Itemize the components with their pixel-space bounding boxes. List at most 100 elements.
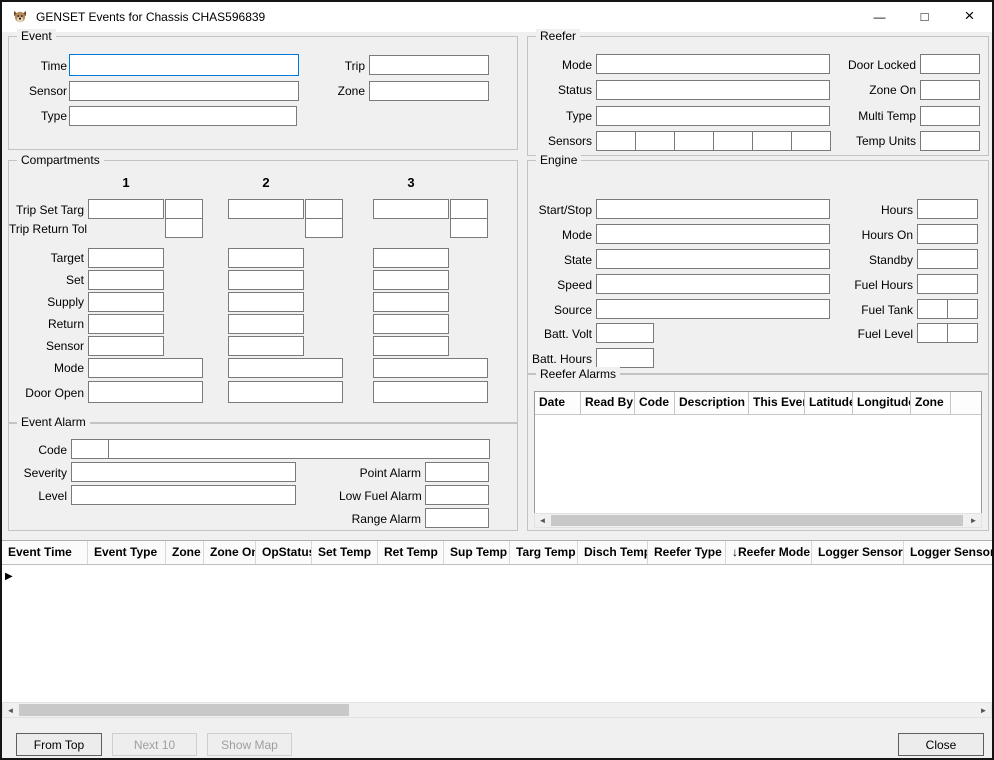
column-header-targ-temp[interactable]: Targ Temp — [510, 541, 578, 564]
column-header-date[interactable]: Date — [535, 392, 581, 414]
column-header-logger-sensor-1[interactable]: Logger Sensor 1 — [812, 541, 904, 564]
engine-fuel-hours-input[interactable] — [917, 274, 978, 294]
maximize-icon[interactable]: □ — [902, 2, 947, 32]
reefer-mode-input[interactable] — [596, 54, 830, 74]
from-top-button[interactable]: From Top — [16, 733, 102, 756]
comp3-return-input[interactable] — [373, 314, 449, 334]
event-alarm-severity-input[interactable] — [71, 462, 296, 482]
column-header-read-by[interactable]: Read By — [581, 392, 635, 414]
engine-batt-volt-input[interactable] — [596, 323, 654, 343]
column-header-reefer-type[interactable]: Reefer Type — [648, 541, 726, 564]
comp3-trip-return-tol-input[interactable] — [450, 218, 488, 238]
reefer-alarms-h-scrollbar[interactable]: ◄ ► — [534, 513, 982, 528]
column-header-zone[interactable]: Zone — [911, 392, 951, 414]
comp3-trip-set-targ-aux-input[interactable] — [450, 199, 488, 219]
comp1-return-input[interactable] — [88, 314, 164, 334]
reefer-sensor-1-input[interactable] — [596, 131, 636, 151]
reefer-zone-on-input[interactable] — [920, 80, 980, 100]
event-alarm-code-input[interactable] — [71, 439, 109, 459]
event-time-input[interactable] — [69, 54, 299, 76]
comp1-trip-return-tol-input[interactable] — [165, 218, 203, 238]
comp2-target-input[interactable] — [228, 248, 304, 268]
column-header-reefer-mode[interactable]: ↓Reefer Mode — [726, 541, 812, 564]
engine-batt-hours-input[interactable] — [596, 348, 654, 368]
event-alarm-code-desc-input[interactable] — [108, 439, 490, 459]
comp1-door-open-input[interactable] — [88, 381, 203, 403]
column-header-this-event[interactable]: This Event — [749, 392, 805, 414]
scroll-left-icon[interactable]: ◄ — [3, 703, 18, 717]
comp1-sensor-input[interactable] — [88, 336, 164, 356]
range-alarm-input[interactable] — [425, 508, 489, 528]
column-header-logger-sensor-2[interactable]: Logger Sensor 2 — [904, 541, 992, 564]
column-header-longitude[interactable]: Longitude — [853, 392, 911, 414]
engine-standby-input[interactable] — [917, 249, 978, 269]
comp3-supply-input[interactable] — [373, 292, 449, 312]
comp1-supply-input[interactable] — [88, 292, 164, 312]
engine-state-input[interactable] — [596, 249, 830, 269]
point-alarm-input[interactable] — [425, 462, 489, 482]
close-button[interactable]: Close — [898, 733, 984, 756]
column-header-opstatus[interactable]: OpStatus — [256, 541, 312, 564]
column-header-zone[interactable]: Zone — [166, 541, 204, 564]
scroll-right-icon[interactable]: ► — [966, 514, 981, 527]
column-header-disch-temp[interactable]: Disch Temp — [578, 541, 648, 564]
column-header-code[interactable]: Code — [635, 392, 675, 414]
comp2-trip-return-tol-input[interactable] — [305, 218, 343, 238]
events-table-h-scrollbar[interactable]: ◄ ► — [2, 702, 992, 718]
reefer-sensor-6-input[interactable] — [791, 131, 831, 151]
comp1-target-input[interactable] — [88, 248, 164, 268]
comp3-target-input[interactable] — [373, 248, 449, 268]
comp3-sensor-input[interactable] — [373, 336, 449, 356]
column-header-description[interactable]: Description — [675, 392, 749, 414]
engine-fuel-tank-2-input[interactable] — [947, 299, 978, 319]
comp3-trip-set-targ-input[interactable] — [373, 199, 449, 219]
reefer-status-input[interactable] — [596, 80, 830, 100]
scrollbar-thumb[interactable] — [19, 704, 349, 716]
engine-fuel-tank-1-input[interactable] — [917, 299, 948, 319]
reefer-sensor-3-input[interactable] — [674, 131, 714, 151]
reefer-sensor-4-input[interactable] — [713, 131, 753, 151]
event-type-input[interactable] — [69, 106, 297, 126]
column-header-event-type[interactable]: Event Type — [88, 541, 166, 564]
comp1-set-input[interactable] — [88, 270, 164, 290]
title-bar[interactable]: GENSET Events for Chassis CHAS596839 — □… — [2, 2, 992, 32]
minimize-icon[interactable]: — — [857, 2, 902, 32]
column-header-ret-temp[interactable]: Ret Temp — [378, 541, 444, 564]
reefer-multi-temp-input[interactable] — [920, 106, 980, 126]
column-header-event-time[interactable]: Event Time — [2, 541, 88, 564]
column-header-sup-temp[interactable]: Sup Temp — [444, 541, 510, 564]
engine-fuel-level-1-input[interactable] — [917, 323, 948, 343]
comp3-door-open-input[interactable] — [373, 381, 488, 403]
event-trip-input[interactable] — [369, 55, 489, 75]
column-header-latitude[interactable]: Latitude — [805, 392, 853, 414]
comp2-return-input[interactable] — [228, 314, 304, 334]
reefer-temp-units-input[interactable] — [920, 131, 980, 151]
engine-source-input[interactable] — [596, 299, 830, 319]
scroll-left-icon[interactable]: ◄ — [535, 514, 550, 527]
engine-hours-on-input[interactable] — [917, 224, 978, 244]
column-header-set-temp[interactable]: Set Temp — [312, 541, 378, 564]
column-header-zone-on[interactable]: Zone On — [204, 541, 256, 564]
event-sensor-input[interactable] — [69, 81, 299, 101]
comp1-trip-set-targ-input[interactable] — [88, 199, 164, 219]
engine-hours-input[interactable] — [917, 199, 978, 219]
engine-mode-input[interactable] — [596, 224, 830, 244]
comp2-door-open-input[interactable] — [228, 381, 343, 403]
comp2-set-input[interactable] — [228, 270, 304, 290]
reefer-door-locked-input[interactable] — [920, 54, 980, 74]
comp3-set-input[interactable] — [373, 270, 449, 290]
comp2-supply-input[interactable] — [228, 292, 304, 312]
engine-fuel-level-2-input[interactable] — [947, 323, 978, 343]
event-alarm-level-input[interactable] — [71, 485, 296, 505]
scroll-right-icon[interactable]: ► — [976, 703, 991, 717]
comp2-trip-set-targ-input[interactable] — [228, 199, 304, 219]
reefer-sensor-2-input[interactable] — [635, 131, 675, 151]
scrollbar-thumb[interactable] — [551, 515, 963, 526]
close-icon[interactable]: × — [947, 2, 992, 32]
event-zone-input[interactable] — [369, 81, 489, 101]
comp1-mode-input[interactable] — [88, 358, 203, 378]
low-fuel-alarm-input[interactable] — [425, 485, 489, 505]
engine-start-stop-input[interactable] — [596, 199, 830, 219]
comp2-mode-input[interactable] — [228, 358, 343, 378]
engine-speed-input[interactable] — [596, 274, 830, 294]
